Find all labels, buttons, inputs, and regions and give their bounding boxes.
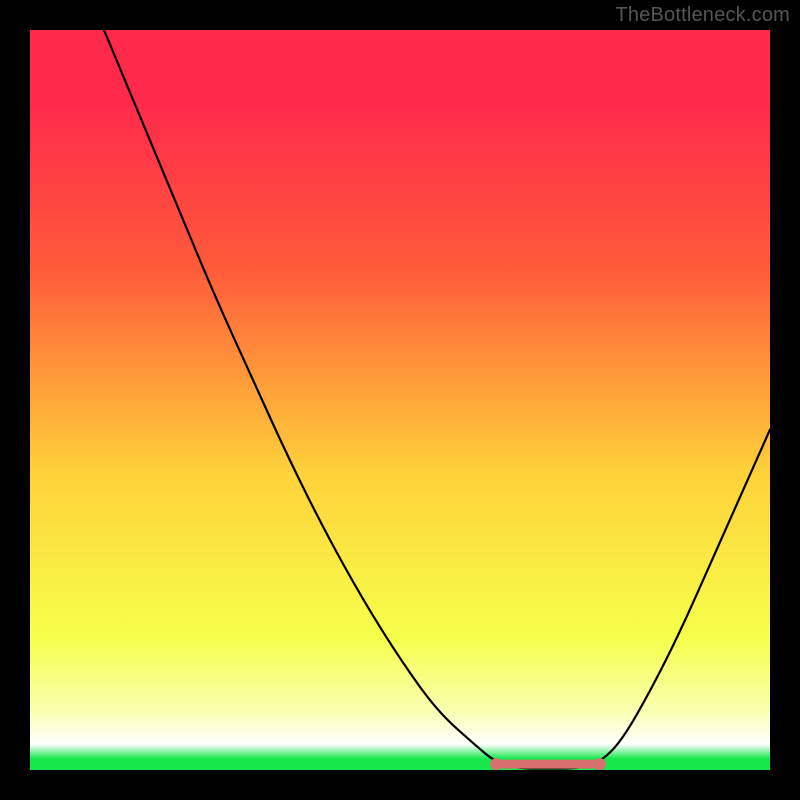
range-marker-end bbox=[594, 758, 606, 770]
chart-frame: TheBottleneck.com bbox=[0, 0, 800, 800]
plot-area bbox=[30, 30, 770, 770]
chart-svg bbox=[30, 30, 770, 770]
range-marker-start bbox=[490, 758, 502, 770]
watermark-text: TheBottleneck.com bbox=[615, 4, 790, 27]
